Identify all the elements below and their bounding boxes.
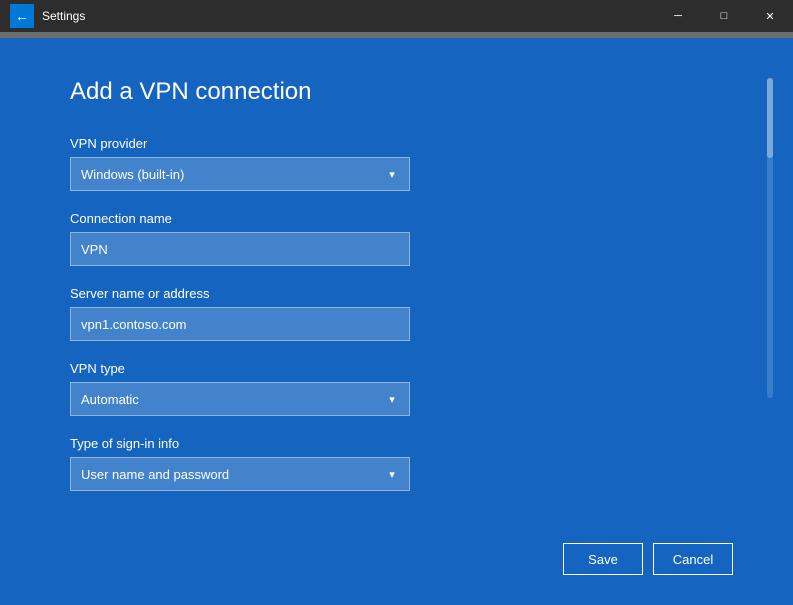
close-icon: ✕ — [765, 10, 774, 23]
sign-in-type-arrow[interactable]: ▾ — [375, 457, 409, 491]
minimize-button[interactable]: ─ — [655, 0, 701, 32]
vpn-type-section: VPN type Automatic ▾ — [70, 361, 743, 416]
title-bar: ← Settings ─ □ ✕ — [0, 0, 793, 32]
vpn-type-value: Automatic — [71, 392, 375, 407]
save-button[interactable]: Save — [563, 543, 643, 575]
vpn-provider-value: Windows (built-in) — [71, 167, 375, 182]
main-content: Add a VPN connection VPN provider Window… — [0, 38, 793, 605]
vpn-type-arrow[interactable]: ▾ — [375, 382, 409, 416]
scroll-thumb — [767, 78, 773, 158]
minimize-icon: ─ — [674, 10, 682, 22]
connection-name-label: Connection name — [70, 211, 743, 226]
vpn-provider-dropdown[interactable]: Windows (built-in) ▾ — [70, 157, 410, 191]
maximize-button[interactable]: □ — [701, 0, 747, 32]
connection-name-input[interactable] — [70, 232, 410, 266]
page-title: Add a VPN connection — [70, 78, 743, 106]
server-name-input[interactable] — [70, 307, 410, 341]
back-icon: ← — [15, 8, 29, 24]
title-bar-left: ← Settings — [10, 4, 85, 28]
sign-in-type-label: Type of sign-in info — [70, 436, 743, 451]
bottom-buttons: Save Cancel — [563, 543, 733, 575]
connection-name-section: Connection name — [70, 211, 743, 266]
sign-in-type-section: Type of sign-in info User name and passw… — [70, 436, 743, 491]
title-bar-controls: ─ □ ✕ — [655, 0, 793, 32]
server-name-section: Server name or address — [70, 286, 743, 341]
cancel-button[interactable]: Cancel — [653, 543, 733, 575]
sign-in-type-value: User name and password — [71, 467, 375, 482]
vpn-type-dropdown[interactable]: Automatic ▾ — [70, 382, 410, 416]
title-bar-title: Settings — [42, 9, 85, 23]
server-name-label: Server name or address — [70, 286, 743, 301]
back-button[interactable]: ← — [10, 4, 34, 28]
close-button[interactable]: ✕ — [747, 0, 793, 32]
scroll-track[interactable] — [767, 78, 773, 398]
sign-in-type-dropdown[interactable]: User name and password ▾ — [70, 457, 410, 491]
vpn-provider-section: VPN provider Windows (built-in) ▾ — [70, 136, 743, 191]
vpn-provider-label: VPN provider — [70, 136, 743, 151]
vpn-provider-arrow[interactable]: ▾ — [375, 157, 409, 191]
vpn-type-label: VPN type — [70, 361, 743, 376]
maximize-icon: □ — [721, 10, 728, 22]
